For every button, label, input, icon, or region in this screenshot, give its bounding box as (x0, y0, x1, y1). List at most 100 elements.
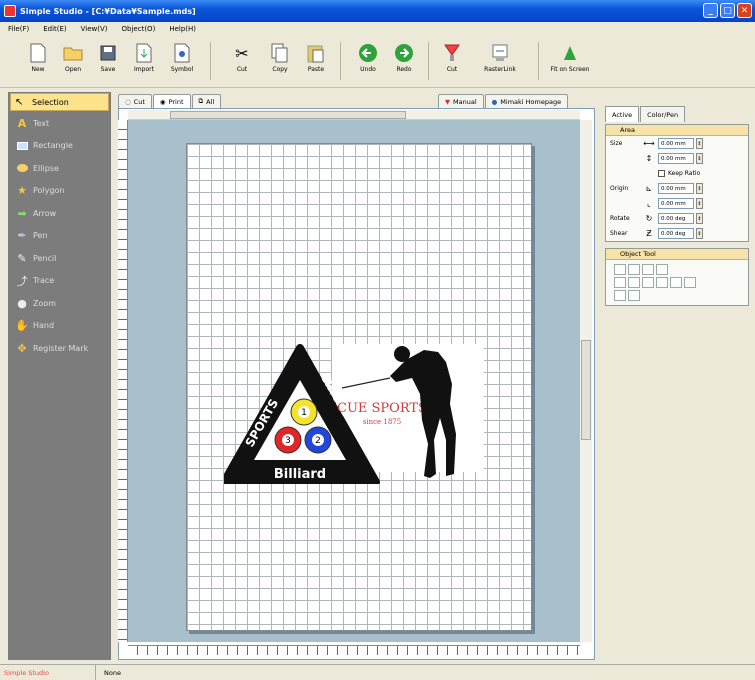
rotate-label: Rotate (610, 215, 630, 222)
symbol-button[interactable]: Symbol (164, 39, 200, 83)
shear-spinner[interactable]: ⇕ (696, 228, 703, 239)
cut-plot-icon (442, 43, 462, 63)
tab-mimaki-homepage[interactable]: ● Mimaki Homepage (484, 94, 569, 108)
view-tabs: ◌ Cut ◉ Print ⧉ All (118, 94, 222, 108)
cue-sports-label: CUE SPORTS (337, 401, 427, 416)
origin-x-spinner[interactable]: ⇕ (696, 183, 703, 194)
align-center-icon[interactable] (628, 264, 640, 275)
rotate-field[interactable]: 0.00 deg (658, 213, 694, 224)
paste-button[interactable]: Paste (298, 39, 334, 83)
menu-view[interactable]: View(V) (81, 25, 108, 33)
align-middle-icon[interactable] (614, 277, 626, 288)
align-bottom-icon[interactable] (628, 277, 640, 288)
tool-polygon[interactable]: ★ Polygon (8, 180, 111, 203)
redo-button[interactable]: Redo (386, 39, 422, 83)
menu-file[interactable]: File(F) (8, 25, 29, 33)
tool-arrow[interactable]: ➡ Arrow (8, 202, 111, 225)
tool-hand[interactable]: ✋ Hand (8, 315, 111, 338)
rasterlink-button[interactable]: RasterLink (482, 39, 518, 83)
tool-pen[interactable]: ✒ Pen (8, 225, 111, 248)
minimize-button[interactable]: _ (703, 3, 718, 18)
copy-button[interactable]: Copy (262, 39, 298, 83)
tab-color-pen[interactable]: Color/Pen (640, 106, 686, 122)
undo-icon (358, 43, 378, 63)
open-button[interactable]: Open (55, 39, 91, 83)
tool-ellipse[interactable]: Ellipse (8, 157, 111, 180)
align-right-icon[interactable] (642, 264, 654, 275)
property-panel: Active Color/Pen Area Size ⟷ 0.00 mm ⇕ ↕ 0.0… (605, 106, 749, 368)
tab-print[interactable]: ◉ Print (152, 94, 191, 108)
link-tabs: ▼ Manual ● Mimaki Homepage (438, 94, 569, 108)
window-title: Simple Studio - [C:¥Data¥Sample.mds] (20, 6, 196, 16)
globe-icon: ● (491, 97, 498, 106)
tool-rectangle[interactable]: Rectangle (8, 135, 111, 158)
height-spinner[interactable]: ⇕ (696, 153, 703, 164)
horizontal-scroll-thumb[interactable] (170, 111, 406, 119)
billiard-artwork[interactable]: 1 3 2 SPORTS CIRCLE Billiard CUE SPORTS … (224, 344, 484, 484)
status-info: None (104, 668, 121, 677)
scissors-icon: ✂ (235, 43, 249, 63)
new-button[interactable]: New (20, 39, 56, 83)
manual-icon: ▼ (445, 97, 450, 106)
width-spinner[interactable]: ⇕ (696, 138, 703, 149)
send-back-icon[interactable] (684, 277, 696, 288)
cut-button[interactable]: ✂ Cut (224, 39, 260, 83)
rotate-spinner[interactable]: ⇕ (696, 213, 703, 224)
symbol-icon (172, 43, 192, 63)
tool-pencil[interactable]: ✎ Pencil (8, 247, 111, 270)
origin-y-field[interactable]: 0.00 mm (658, 198, 694, 209)
distribute-v-icon[interactable] (656, 277, 668, 288)
ball-2-label: 2 (315, 436, 321, 446)
tool-register-mark[interactable]: ✥ Register Mark (8, 337, 111, 360)
rectangle-icon (16, 140, 28, 152)
shear-field[interactable]: 0.00 deg (658, 228, 694, 239)
paste-icon (306, 43, 326, 63)
tool-zoom[interactable]: ● Zoom (8, 292, 111, 315)
tool-text[interactable]: A Text (8, 112, 111, 135)
menu-help[interactable]: Help(H) (169, 25, 196, 33)
area-group: Area Size ⟷ 0.00 mm ⇕ ↕ 0.00 mm ⇕ Keep Ratio … (605, 124, 749, 242)
group-icon[interactable] (614, 290, 626, 301)
copy-icon (270, 43, 290, 63)
trace-icon: ⤴ (16, 274, 28, 288)
new-document-icon (28, 43, 48, 63)
distribute-h-icon[interactable] (642, 277, 654, 288)
save-disk-icon (98, 43, 118, 63)
title-bar: Simple Studio - [C:¥Data¥Sample.mds] _ □… (0, 0, 755, 22)
import-button[interactable]: Import (126, 39, 162, 83)
maximize-button[interactable]: □ (720, 3, 735, 18)
save-button[interactable]: Save (90, 39, 126, 83)
ungroup-icon[interactable] (628, 290, 640, 301)
close-button[interactable]: ✕ (737, 3, 752, 18)
tab-cut[interactable]: ◌ Cut (118, 94, 152, 108)
text-icon: A (17, 116, 27, 130)
status-app: Simple Studio (0, 665, 96, 680)
app-icon (4, 5, 16, 17)
menu-edit[interactable]: Edit(E) (43, 25, 66, 33)
origin-x-field[interactable]: 0.00 mm (658, 183, 694, 194)
cut-plot-button[interactable]: Cut (434, 39, 470, 83)
pencil-icon: ✎ (17, 251, 27, 265)
tab-manual[interactable]: ▼ Manual (438, 94, 484, 108)
redo-icon (394, 43, 414, 63)
bring-front-icon[interactable] (670, 277, 682, 288)
undo-button[interactable]: Undo (350, 39, 386, 83)
width-field[interactable]: 0.00 mm (658, 138, 694, 149)
keep-ratio-checkbox[interactable] (658, 170, 665, 177)
vertical-scroll-thumb[interactable] (581, 340, 591, 440)
align-top-icon[interactable] (656, 264, 668, 275)
align-left-icon[interactable] (614, 264, 626, 275)
menu-bar: File(F) Edit(E) View(V) Object(O) Help(H… (0, 22, 755, 36)
tool-trace[interactable]: ⤴ Trace (8, 270, 111, 293)
fit-screen-button[interactable]: Fit on Screen (548, 39, 592, 83)
tab-all[interactable]: ⧉ All (191, 94, 222, 108)
open-folder-icon (63, 43, 83, 63)
tab-active[interactable]: Active (605, 106, 640, 122)
billiard-label: Billiard (274, 467, 326, 482)
origin-y-spinner[interactable]: ⇕ (696, 198, 703, 209)
height-field[interactable]: 0.00 mm (658, 153, 694, 164)
object-tool-header: Object Tool (606, 249, 748, 260)
tool-selection[interactable]: ↖ Selection (10, 93, 109, 111)
print-mode-icon: ◉ (159, 97, 166, 106)
menu-object[interactable]: Object(O) (122, 25, 156, 33)
